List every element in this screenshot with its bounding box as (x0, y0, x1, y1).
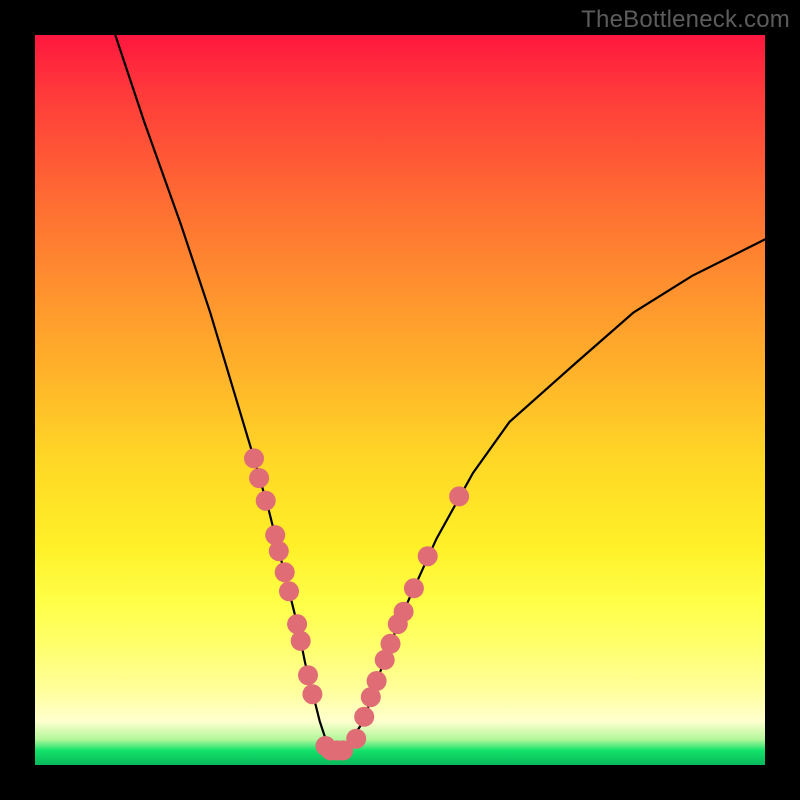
curve-marker (327, 740, 347, 760)
curve-marker (388, 614, 408, 634)
curve-marker (287, 614, 307, 634)
curve-marker (265, 525, 285, 545)
curve-marker (302, 684, 322, 704)
curve-marker (404, 578, 424, 598)
curve-marker (321, 740, 341, 760)
curve-marker (333, 740, 353, 760)
curve-marker (375, 650, 395, 670)
curve-marker (256, 491, 276, 511)
curve-marker (449, 486, 469, 506)
bottleneck-curve-line (115, 35, 765, 750)
bottleneck-chart-svg (35, 35, 765, 765)
curve-marker (249, 468, 269, 488)
curve-marker (279, 581, 299, 601)
curve-marker (394, 602, 414, 622)
curve-marker (244, 448, 264, 468)
curve-marker (298, 665, 318, 685)
curve-marker (275, 562, 295, 582)
curve-marker (381, 634, 401, 654)
curve-marker (346, 729, 366, 749)
curve-marker (269, 541, 289, 561)
curve-markers-group (244, 448, 469, 760)
chart-plot-area (35, 35, 765, 765)
curve-marker (291, 631, 311, 651)
watermark-text: TheBottleneck.com (581, 6, 790, 34)
curve-marker (316, 736, 336, 756)
curve-marker (361, 687, 381, 707)
curve-marker (354, 707, 374, 727)
curve-marker (418, 546, 438, 566)
curve-marker (367, 671, 387, 691)
